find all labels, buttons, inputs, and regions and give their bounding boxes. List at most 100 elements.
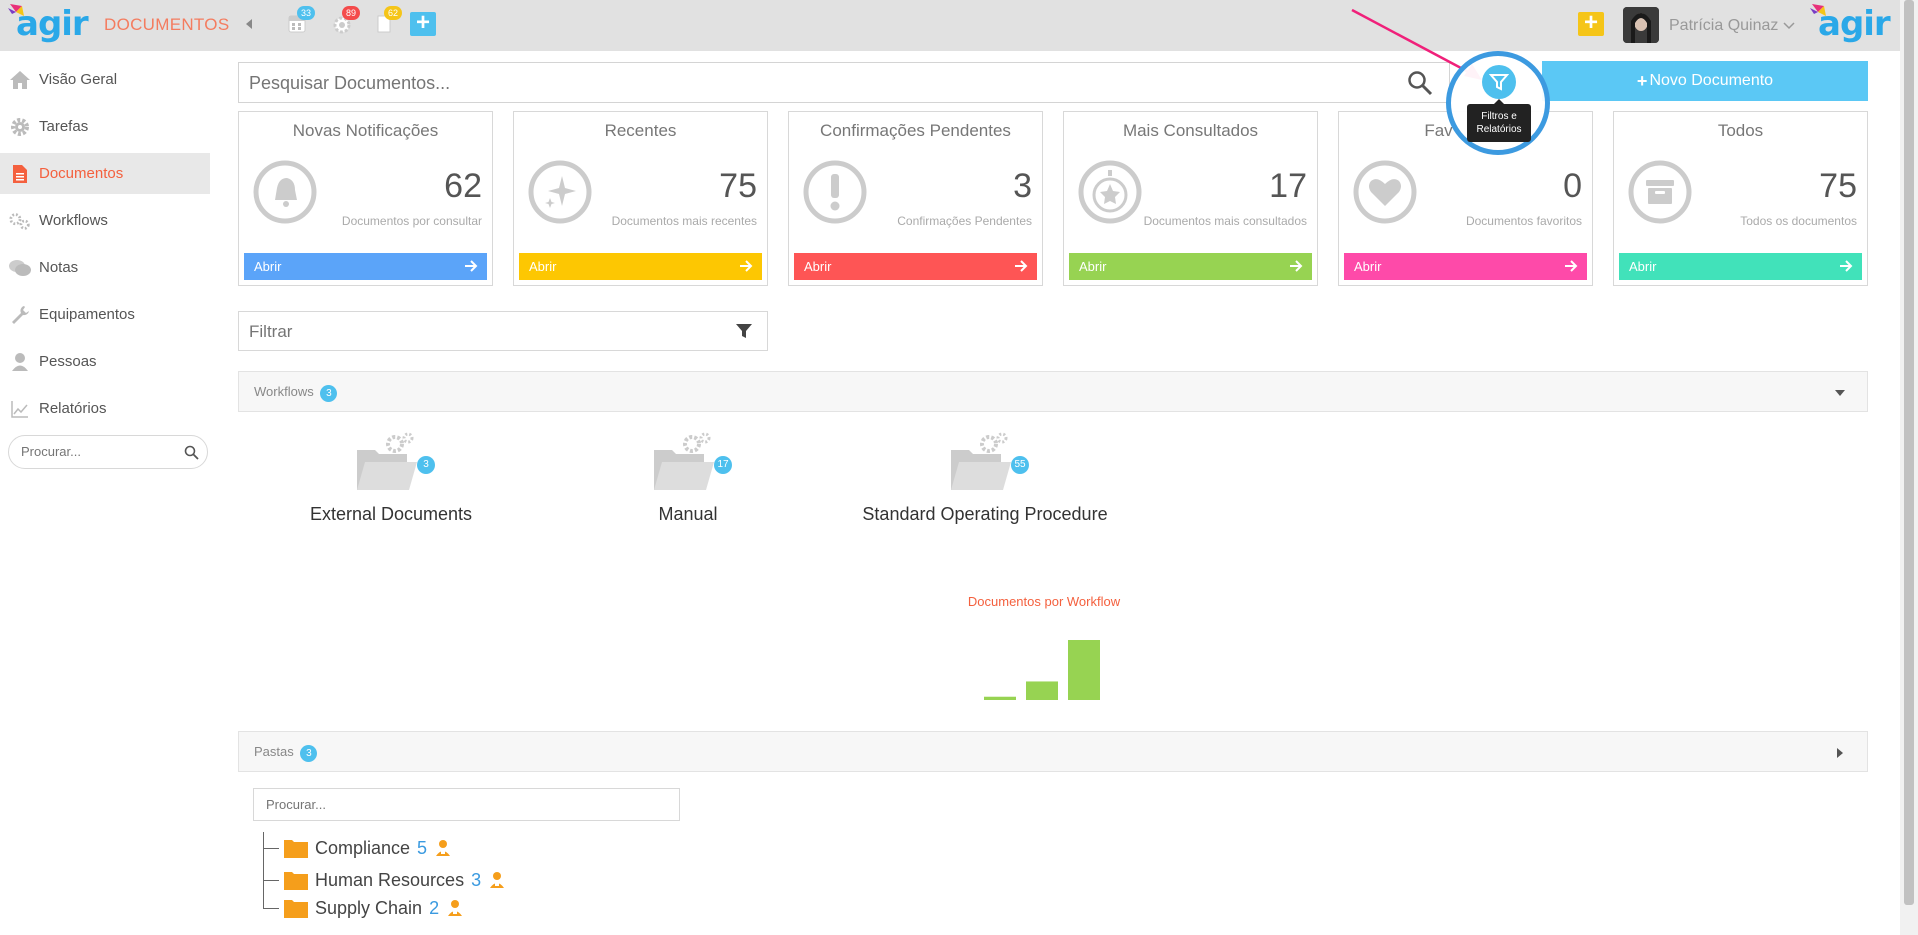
workflows-section-header[interactable]: Workflows 3	[238, 371, 1868, 412]
sidebar-item-notas[interactable]: Notas	[0, 247, 210, 288]
top-bar: agir DOCUMENTOS 33 89 62 + + Patrícia Qu…	[0, 0, 1900, 51]
archive-icon	[1628, 160, 1692, 224]
section-title: Workflows 3	[254, 384, 338, 402]
sidebar-item-label: Equipamentos	[39, 306, 135, 323]
open-button[interactable]: Abrir	[244, 253, 487, 280]
workflow-folder: 55	[949, 432, 1029, 494]
card-title: Mais Consultados	[1122, 121, 1259, 140]
quick-add-button[interactable]: +	[1578, 11, 1604, 36]
sidebar-item-equipamentos[interactable]: Equipamentos	[0, 294, 210, 335]
app-logo[interactable]: agir	[8, 4, 89, 44]
page-scrollbar[interactable]	[1900, 0, 1918, 935]
documents-per-workflow-chart	[984, 640, 1100, 700]
filter-box	[238, 311, 768, 351]
filter-input[interactable]	[249, 322, 699, 342]
sidebar-item-visao-geral[interactable]: Visão Geral	[0, 59, 210, 100]
card-confirmacoes-pendentes: Confirmações Pendentes 3 Confirmações Pe…	[788, 111, 1043, 286]
filters-tooltip: Filtros e Relatórios	[1467, 99, 1531, 142]
folder-compliance[interactable]: Compliance 5	[263, 836, 451, 860]
scrollbar-thumb[interactable]	[1904, 0, 1914, 905]
pastas-section-header[interactable]: Pastas 3	[238, 731, 1868, 772]
sidebar-item-tarefas[interactable]: Tarefas	[0, 106, 210, 147]
sidebar-item-documentos[interactable]: Documentos	[0, 153, 210, 194]
documents-badge: 62	[384, 6, 402, 20]
collapse-sidebar-icon[interactable]	[244, 17, 254, 31]
chevron-down-icon	[1783, 22, 1795, 30]
workflow-label: External Documents	[309, 504, 473, 524]
sidebar-item-pessoas[interactable]: Pessoas	[0, 341, 210, 382]
sidebar-search-input[interactable]	[21, 444, 171, 459]
bell-icon	[253, 160, 317, 224]
card-title: Fav	[1424, 121, 1453, 140]
card-mais-consultados: Mais Consultados 17 Documentos mais cons…	[1063, 111, 1318, 286]
user-permissions-icon[interactable]	[447, 899, 463, 917]
tree-connector	[263, 907, 279, 909]
sidebar-item-label: Notas	[39, 259, 79, 276]
sidebar-search	[8, 435, 208, 469]
chart-bar	[1026, 681, 1058, 700]
sidebar-item-workflows[interactable]: Workflows	[0, 200, 210, 241]
count-badge: 3	[300, 745, 318, 762]
workflow-manual[interactable]: 17 Manual	[538, 432, 838, 525]
workflow-folder: 17	[652, 432, 732, 494]
card-count: 0	[1563, 167, 1582, 205]
sidebar-item-label: Documentos	[39, 165, 124, 182]
count-badge: 17	[714, 456, 732, 474]
user-permissions-icon[interactable]	[435, 839, 451, 857]
gear-icon	[8, 116, 32, 138]
folder-name: Human Resources	[315, 869, 465, 890]
open-button[interactable]: Abrir	[794, 253, 1037, 280]
folder-count: 2	[429, 897, 440, 918]
workflow-folder: 3	[355, 432, 435, 494]
search-icon[interactable]	[184, 445, 199, 460]
open-button[interactable]: Abrir	[1619, 253, 1862, 280]
folder-human-resources[interactable]: Human Resources 3	[263, 868, 505, 892]
filters-reports-button[interactable]	[1482, 65, 1516, 99]
card-title: Todos	[1717, 121, 1764, 140]
person-icon	[8, 351, 32, 373]
calendar-badge: 33	[297, 6, 315, 20]
sidebar-item-label: Pessoas	[39, 353, 97, 370]
card-subtitle: Todos os documentos	[1740, 214, 1857, 228]
open-button[interactable]: Abrir	[519, 253, 762, 280]
folder-name: Compliance	[315, 837, 411, 858]
calendar-button[interactable]: 33	[287, 6, 315, 34]
card-count: 75	[1819, 167, 1857, 205]
user-permissions-icon[interactable]	[489, 871, 505, 889]
card-title: Novas Notificações	[292, 121, 439, 140]
workflow-standard-operating-procedure[interactable]: 55 Standard Operating Procedure	[835, 432, 1135, 525]
folder-supply-chain[interactable]: Supply Chain 2	[263, 896, 463, 920]
card-subtitle: Documentos mais recentes	[611, 214, 757, 228]
funnel-icon[interactable]	[735, 322, 753, 340]
open-button[interactable]: Abrir	[1344, 253, 1587, 280]
card-title: Confirmações Pendentes	[820, 121, 1011, 140]
caret-right-icon[interactable]	[1835, 748, 1845, 758]
sidebar-item-relatorios[interactable]: Relatórios	[0, 388, 210, 429]
heart-icon	[1353, 160, 1417, 224]
add-button[interactable]: +	[410, 11, 436, 36]
brand-logo: agir	[1810, 4, 1891, 44]
caret-down-icon[interactable]	[1835, 388, 1845, 398]
document-search-input[interactable]	[249, 73, 1349, 94]
pastas-search-input[interactable]	[266, 797, 646, 812]
sidebar-item-label: Relatórios	[39, 400, 107, 417]
sidebar-item-label: Workflows	[39, 212, 108, 229]
chart-title: Documentos por Workflow	[967, 594, 1121, 609]
card-subtitle: Documentos mais consultados	[1143, 214, 1307, 228]
open-button[interactable]: Abrir	[1069, 253, 1312, 280]
card-title: Recentes	[604, 121, 677, 140]
tasks-button[interactable]: 89	[332, 6, 360, 34]
new-document-button[interactable]: + Novo Documento	[1542, 61, 1868, 101]
plus-icon: +	[1636, 70, 1648, 91]
workflow-external-documents[interactable]: 3 External Documents	[241, 432, 541, 525]
sidebar: Visão Geral Tarefas Documentos Workflows…	[0, 51, 210, 469]
user-name: Patrícia Quinaz	[1669, 17, 1795, 35]
arrow-right-icon	[1565, 260, 1578, 272]
count-badge: 3	[417, 456, 435, 474]
folder-count: 5	[417, 837, 428, 858]
documents-button[interactable]: 62	[374, 6, 402, 34]
arrow-right-icon	[1015, 260, 1028, 272]
card-recentes: Recentes 75 Documentos mais recentes Abr…	[513, 111, 768, 286]
chat-icon	[8, 257, 32, 279]
exclamation-icon	[803, 160, 867, 224]
